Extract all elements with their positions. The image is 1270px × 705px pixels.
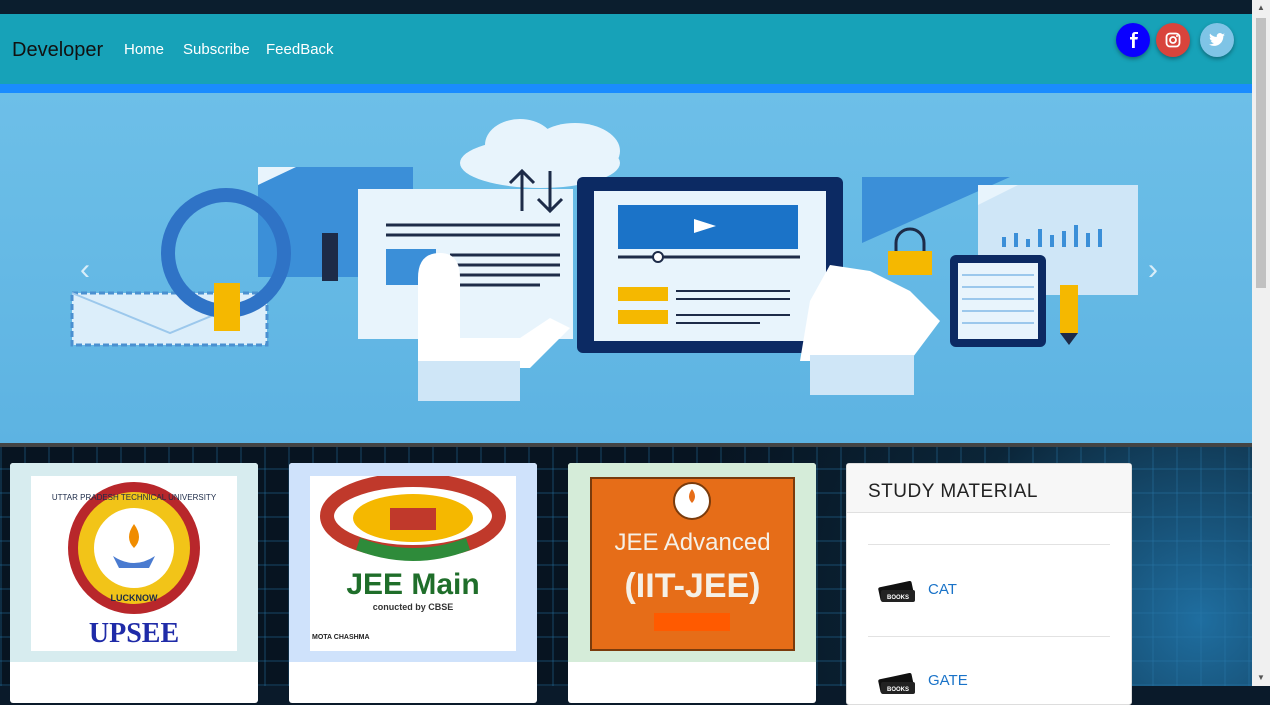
- brand-logo[interactable]: Developer: [12, 39, 103, 62]
- jee-advanced-card[interactable]: JEE Advanced (IIT-JEE): [568, 463, 816, 703]
- upsee-logo: UTTAR PRADESH TECHNICAL UNIVERSITY LUCKN…: [31, 476, 237, 651]
- card-header: JEE Main conucted by CBSE MOTA CHASHMA: [289, 463, 537, 662]
- top-strip: [0, 0, 1252, 14]
- study-item-cat[interactable]: CAT: [928, 581, 957, 598]
- svg-text:BOOKS: BOOKS: [887, 595, 909, 601]
- svg-text:LUCKNOW: LUCKNOW: [111, 593, 158, 603]
- jee-main-subtitle: conucted by CBSE: [372, 602, 454, 612]
- accent-bar: [0, 84, 1252, 93]
- card-header: UTTAR PRADESH TECHNICAL UNIVERSITY LUCKN…: [10, 463, 258, 662]
- nav-subscribe-link[interactable]: Subscribe: [183, 41, 250, 58]
- divider: [868, 636, 1110, 637]
- iit-emblem: [673, 482, 711, 520]
- scroll-up-arrow[interactable]: ▲: [1252, 0, 1270, 16]
- hero-illustration: [70, 119, 1138, 401]
- mota-chashma-logo: MOTA CHASHMA: [312, 634, 370, 641]
- jee-main-title: JEE Main: [346, 568, 480, 601]
- instagram-icon: [1165, 32, 1181, 48]
- twitter-button[interactable]: [1200, 23, 1234, 57]
- books-icon: BOOKS: [877, 668, 915, 698]
- study-item-gate[interactable]: GATE: [928, 672, 968, 689]
- nav-home-link[interactable]: Home: [124, 41, 164, 58]
- svg-text:BOOKS: BOOKS: [887, 687, 909, 693]
- divider: [868, 544, 1110, 545]
- study-material-title: STUDY MATERIAL: [868, 481, 1038, 502]
- card-header: JEE Advanced (IIT-JEE): [568, 463, 816, 662]
- jee-main-logo: JEE Main conucted by CBSE MOTA CHASHMA: [310, 473, 516, 651]
- scrollbar-thumb[interactable]: [1256, 18, 1266, 288]
- nav-feedback-link[interactable]: FeedBack: [266, 41, 334, 58]
- jee-advanced-title: JEE Advanced: [614, 529, 771, 556]
- books-icon: BOOKS: [877, 576, 915, 606]
- study-material-panel: STUDY MATERIAL BOOKS CAT BOOKS GATE: [846, 463, 1132, 705]
- facebook-icon: [1130, 32, 1138, 48]
- upsee-card[interactable]: UTTAR PRADESH TECHNICAL UNIVERSITY LUCKN…: [10, 463, 258, 703]
- jee-advanced-subtitle: (IIT-JEE): [624, 567, 761, 605]
- carousel-prev-button[interactable]: ‹: [80, 253, 90, 287]
- carousel-divider: [0, 443, 1252, 447]
- upsee-title: UPSEE: [88, 618, 180, 649]
- scroll-down-arrow[interactable]: ▼: [1252, 670, 1270, 686]
- vertical-scrollbar[interactable]: ▲ ▼: [1252, 0, 1270, 686]
- navbar: Developer Home Subscribe FeedBack: [0, 14, 1252, 84]
- hero-carousel: ‹ ›: [0, 93, 1252, 443]
- svg-text:UTTAR PRADESH TECHNICAL UNIVER: UTTAR PRADESH TECHNICAL UNIVERSITY: [52, 493, 217, 502]
- twitter-icon: [1209, 33, 1225, 46]
- instagram-button[interactable]: [1156, 23, 1190, 57]
- jee-advanced-logo: JEE Advanced (IIT-JEE): [590, 477, 795, 651]
- facebook-button[interactable]: [1116, 23, 1150, 57]
- orange-bar: [654, 613, 730, 631]
- jee-main-card[interactable]: JEE Main conucted by CBSE MOTA CHASHMA: [289, 463, 537, 703]
- carousel-next-button[interactable]: ›: [1148, 253, 1158, 287]
